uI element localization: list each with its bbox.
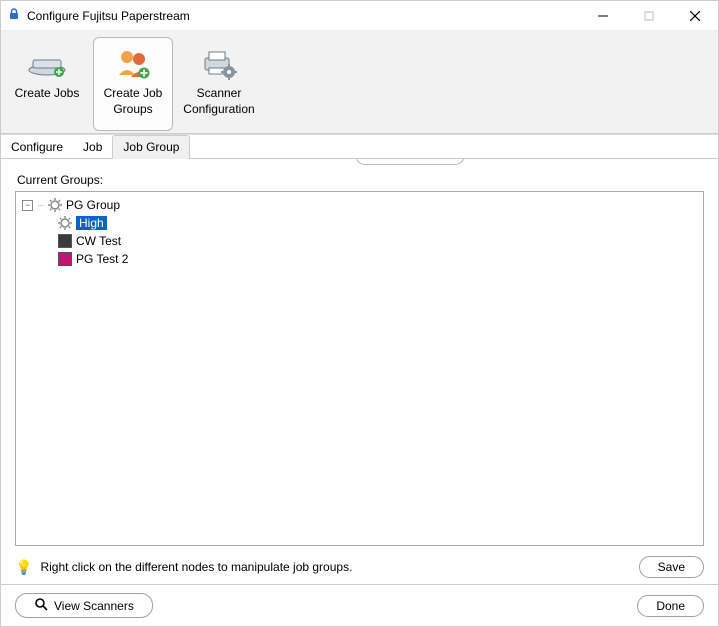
tree-root-row[interactable]: − ··· PG Group — [22, 196, 697, 214]
close-button[interactable] — [672, 1, 718, 31]
tab-configure[interactable]: Configure — [1, 136, 73, 158]
current-groups-label: Current Groups: — [17, 173, 704, 187]
gear-icon — [58, 216, 72, 230]
save-button[interactable]: Save — [639, 556, 704, 578]
tree-item-label: PG Test 2 — [76, 252, 128, 266]
tree-root-label: PG Group — [66, 198, 120, 212]
view-scanners-button[interactable]: View Scanners — [15, 593, 153, 618]
color-swatch — [58, 234, 72, 248]
scanner-configuration-button[interactable]: Scanner Configuration — [179, 37, 259, 131]
scanner-add-icon — [25, 44, 69, 84]
lightbulb-icon: 💡 — [15, 559, 32, 576]
create-jobs-label: Create Jobs — [15, 86, 80, 100]
create-job-groups-button[interactable]: Create Job Groups — [93, 37, 173, 131]
view-scanners-label: View Scanners — [54, 599, 134, 613]
ribbon: Create Jobs Create Job Groups — [1, 31, 718, 134]
groups-tree[interactable]: − ··· PG Group — [15, 191, 704, 546]
create-job-groups-label-2: Groups — [113, 102, 152, 116]
title-bar: Configure Fujitsu Paperstream — [1, 1, 718, 31]
scanner-config-label-2: Configuration — [183, 102, 254, 116]
create-jobs-button[interactable]: Create Jobs — [7, 37, 87, 123]
color-swatch — [58, 252, 72, 266]
tree-item-label: High — [76, 216, 107, 230]
printer-gear-icon — [199, 44, 239, 84]
tab-job-group[interactable]: Job Group — [112, 135, 190, 159]
tree-item[interactable]: CW Test — [22, 232, 697, 250]
lock-icon — [7, 7, 21, 24]
create-job-groups-label-1: Create Job — [104, 86, 163, 100]
hint-text: Right click on the different nodes to ma… — [40, 560, 352, 574]
footer-bar: View Scanners Done — [1, 584, 718, 626]
gear-icon — [48, 198, 62, 212]
tab-job[interactable]: Job — [73, 136, 112, 158]
minimize-button[interactable] — [580, 1, 626, 31]
tree-item[interactable]: High — [22, 214, 697, 232]
tree-item[interactable]: PG Test 2 — [22, 250, 697, 268]
tab-strip: Configure Job Job Group — [1, 134, 718, 159]
window-title: Configure Fujitsu Paperstream — [27, 9, 190, 23]
maximize-button[interactable] — [626, 1, 672, 31]
partial-top-button[interactable] — [355, 159, 465, 165]
collapse-icon[interactable]: − — [22, 200, 33, 211]
done-button[interactable]: Done — [637, 595, 704, 617]
magnifier-icon — [34, 597, 48, 614]
tree-connector: ··· — [37, 200, 44, 211]
job-group-panel: Current Groups: − ··· PG Group — [1, 159, 718, 584]
tree-item-label: CW Test — [76, 234, 121, 248]
scanner-config-label-1: Scanner — [197, 86, 242, 100]
people-add-icon — [113, 44, 153, 84]
